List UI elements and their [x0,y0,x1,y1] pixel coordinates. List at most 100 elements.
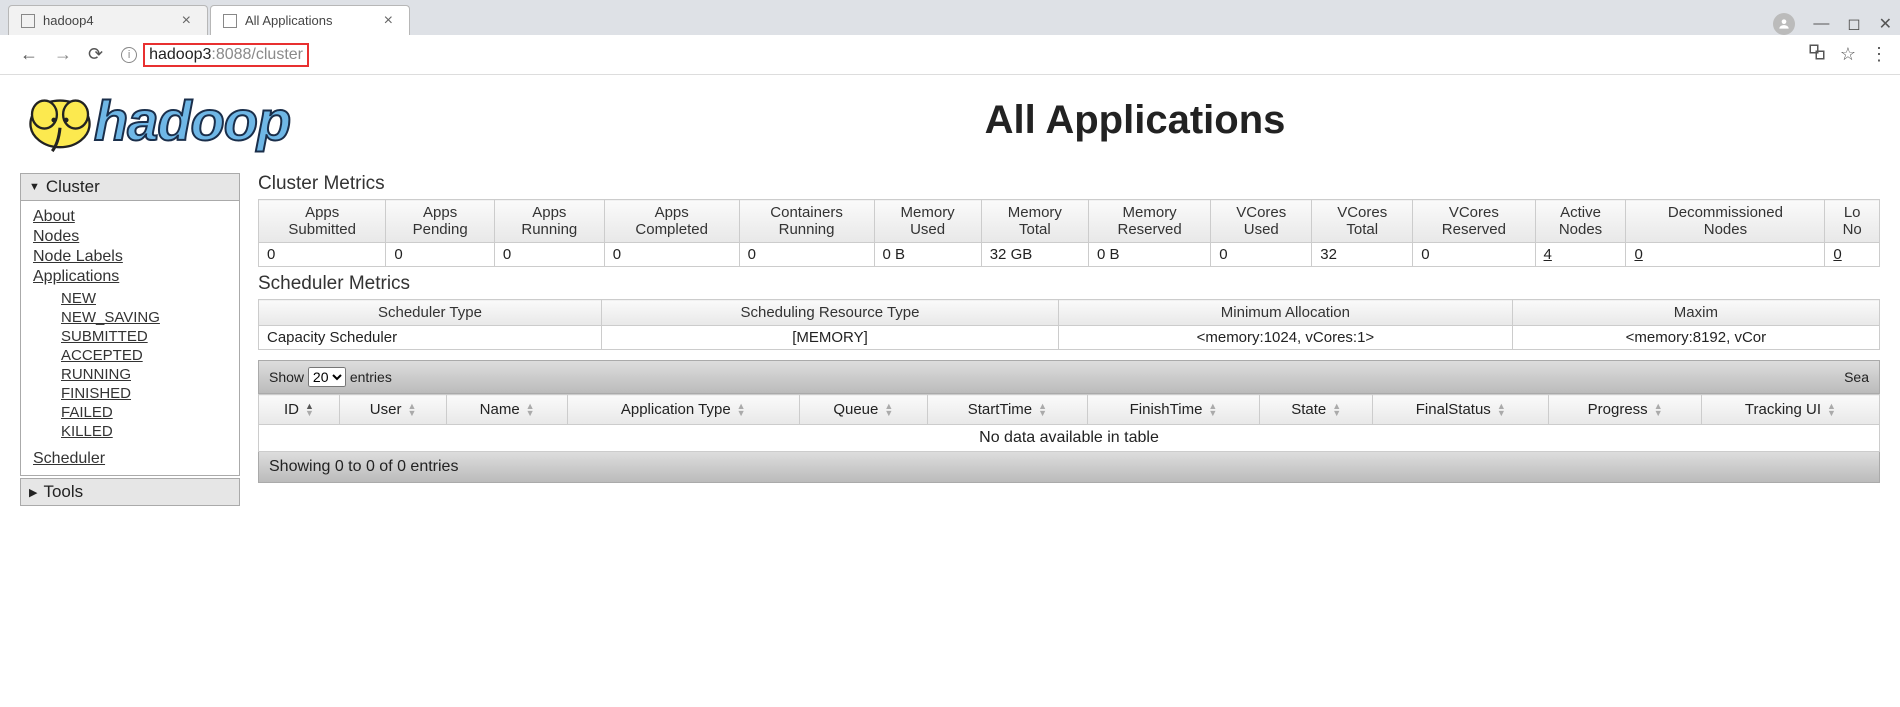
page-icon [223,14,237,28]
url-highlight: hadoop3:8088/cluster [143,43,309,67]
apps-column-header[interactable]: Progress▲▼ [1549,395,1701,425]
show-label: Show [269,369,304,385]
metrics-header: MemoryTotal [981,200,1088,243]
address-bar[interactable]: i hadoop3:8088/cluster [121,41,1798,69]
url-host: hadoop3 [149,46,211,63]
metrics-value[interactable]: 0 [1825,243,1880,267]
translate-icon[interactable] [1808,43,1826,66]
metrics-header: AppsCompleted [604,200,739,243]
metrics-header: ContainersRunning [739,200,874,243]
sort-icon: ▲▼ [407,403,416,417]
metrics-value: 0 [494,243,604,267]
metrics-value[interactable]: 4 [1535,243,1626,267]
scheduler-metrics-table: Scheduler TypeScheduling Resource TypeMi… [258,299,1880,350]
cluster-metrics-table: AppsSubmittedAppsPendingAppsRunningAppsC… [258,199,1880,267]
scheduler-metrics-title: Scheduler Metrics [258,273,1880,295]
apps-column-header[interactable]: State▲▼ [1260,395,1373,425]
apps-column-header[interactable]: StartTime▲▼ [928,395,1087,425]
cluster-metrics-title: Cluster Metrics [258,173,1880,195]
tab-title: hadoop4 [43,13,178,28]
metrics-value: 0 [1413,243,1535,267]
sidebar-state-submitted[interactable]: SUBMITTED [61,327,227,346]
sidebar-link-node-labels[interactable]: Node Labels [33,247,227,267]
sort-icon: ▲▼ [737,403,746,417]
sidebar-state-finished[interactable]: FINISHED [61,384,227,403]
sort-icon: ▲▼ [1827,403,1836,417]
sidebar-link-scheduler[interactable]: Scheduler [33,449,227,469]
sidebar-section-cluster[interactable]: ▼ Cluster [20,173,240,201]
sidebar: ▼ Cluster About Nodes Node Labels Applic… [20,173,240,506]
sort-icon: ▲▼ [1332,403,1341,417]
chevron-down-icon: ▼ [29,181,40,193]
datatable-info: Showing 0 to 0 of 0 entries [258,452,1880,483]
metrics-header: AppsRunning [494,200,604,243]
metrics-header: ActiveNodes [1535,200,1626,243]
site-info-icon[interactable]: i [121,47,137,63]
close-icon[interactable]: × [380,12,397,30]
minimize-icon[interactable]: — [1813,15,1829,33]
applications-table: ID▲▼User▲▼Name▲▼Application Type▲▼Queue▲… [258,394,1880,452]
sidebar-state-new-saving[interactable]: NEW_SAVING [61,308,227,327]
apps-column-header[interactable]: Name▲▼ [447,395,568,425]
maximize-icon[interactable]: ◻ [1847,14,1860,34]
page-header: hadoop All Applications [20,85,1880,155]
hadoop-elephant-icon [20,85,100,155]
metrics-value: 0 [259,243,386,267]
sidebar-section-tools[interactable]: ▶ Tools [20,478,240,506]
sidebar-link-about[interactable]: About [33,207,227,227]
sidebar-state-new[interactable]: NEW [61,289,227,308]
length-select[interactable]: 20 [308,367,346,387]
apps-column-header[interactable]: Application Type▲▼ [567,395,799,425]
sort-icon: ▲▼ [1038,403,1047,417]
metrics-value: 32 [1312,243,1413,267]
datatable-length-bar: Show 20 entries Sea [258,360,1880,394]
metrics-value[interactable]: 0 [1626,243,1825,267]
metrics-header: AppsPending [386,200,495,243]
tab-strip: hadoop4 × All Applications × — ◻ ✕ [0,0,1900,35]
metrics-header: DecommissionedNodes [1626,200,1825,243]
sidebar-state-failed[interactable]: FAILED [61,403,227,422]
forward-button[interactable]: → [46,44,80,65]
back-button[interactable]: ← [12,44,46,65]
sidebar-state-killed[interactable]: KILLED [61,422,227,441]
apps-column-header[interactable]: ID▲▼ [259,395,340,425]
metrics-value: 0 [739,243,874,267]
no-data-row: No data available in table [259,425,1880,452]
search-label: Sea [1844,369,1869,385]
sidebar-link-applications[interactable]: Applications [33,267,227,287]
menu-icon[interactable]: ⋮ [1870,44,1888,65]
metrics-value: 0 B [1088,243,1210,267]
toolbar-right: ☆ ⋮ [1808,43,1888,66]
metrics-value: <memory:1024, vCores:1> [1059,326,1513,350]
tab-title: All Applications [245,13,380,28]
metrics-value: 0 [604,243,739,267]
browser-tab[interactable]: All Applications × [210,5,410,35]
user-icon[interactable] [1773,13,1795,35]
metrics-header: LoNo [1825,200,1880,243]
browser-tab[interactable]: hadoop4 × [8,5,208,35]
page-content: hadoop All Applications ▼ Cluster About … [0,75,1900,516]
bookmark-icon[interactable]: ☆ [1840,44,1856,65]
apps-column-header[interactable]: FinalStatus▲▼ [1373,395,1549,425]
apps-column-header[interactable]: Queue▲▼ [799,395,928,425]
apps-column-header[interactable]: Tracking UI▲▼ [1701,395,1879,425]
metrics-header: VCoresReserved [1413,200,1535,243]
sidebar-cluster-body: About Nodes Node Labels Applications NEW… [20,201,240,476]
main-content: Cluster Metrics AppsSubmittedAppsPending… [258,173,1880,506]
close-icon[interactable]: × [178,12,195,30]
browser-toolbar: ← → ⟳ i hadoop3:8088/cluster ☆ ⋮ [0,35,1900,75]
apps-column-header[interactable]: FinishTime▲▼ [1087,395,1260,425]
reload-button[interactable]: ⟳ [80,44,111,65]
url-path: :8088/cluster [211,46,303,63]
window-controls: — ◻ ✕ [1773,13,1900,35]
close-window-icon[interactable]: ✕ [1879,14,1892,34]
sidebar-state-running[interactable]: RUNNING [61,365,227,384]
apps-column-header[interactable]: User▲▼ [339,395,446,425]
browser-chrome: hadoop4 × All Applications × — ◻ ✕ ← → ⟳… [0,0,1900,75]
metrics-value: Capacity Scheduler [259,326,602,350]
sidebar-link-nodes[interactable]: Nodes [33,227,227,247]
metrics-header: AppsSubmitted [259,200,386,243]
sidebar-state-accepted[interactable]: ACCEPTED [61,346,227,365]
metrics-value: <memory:8192, vCor [1512,326,1879,350]
sort-icon: ▲▼ [1654,403,1663,417]
